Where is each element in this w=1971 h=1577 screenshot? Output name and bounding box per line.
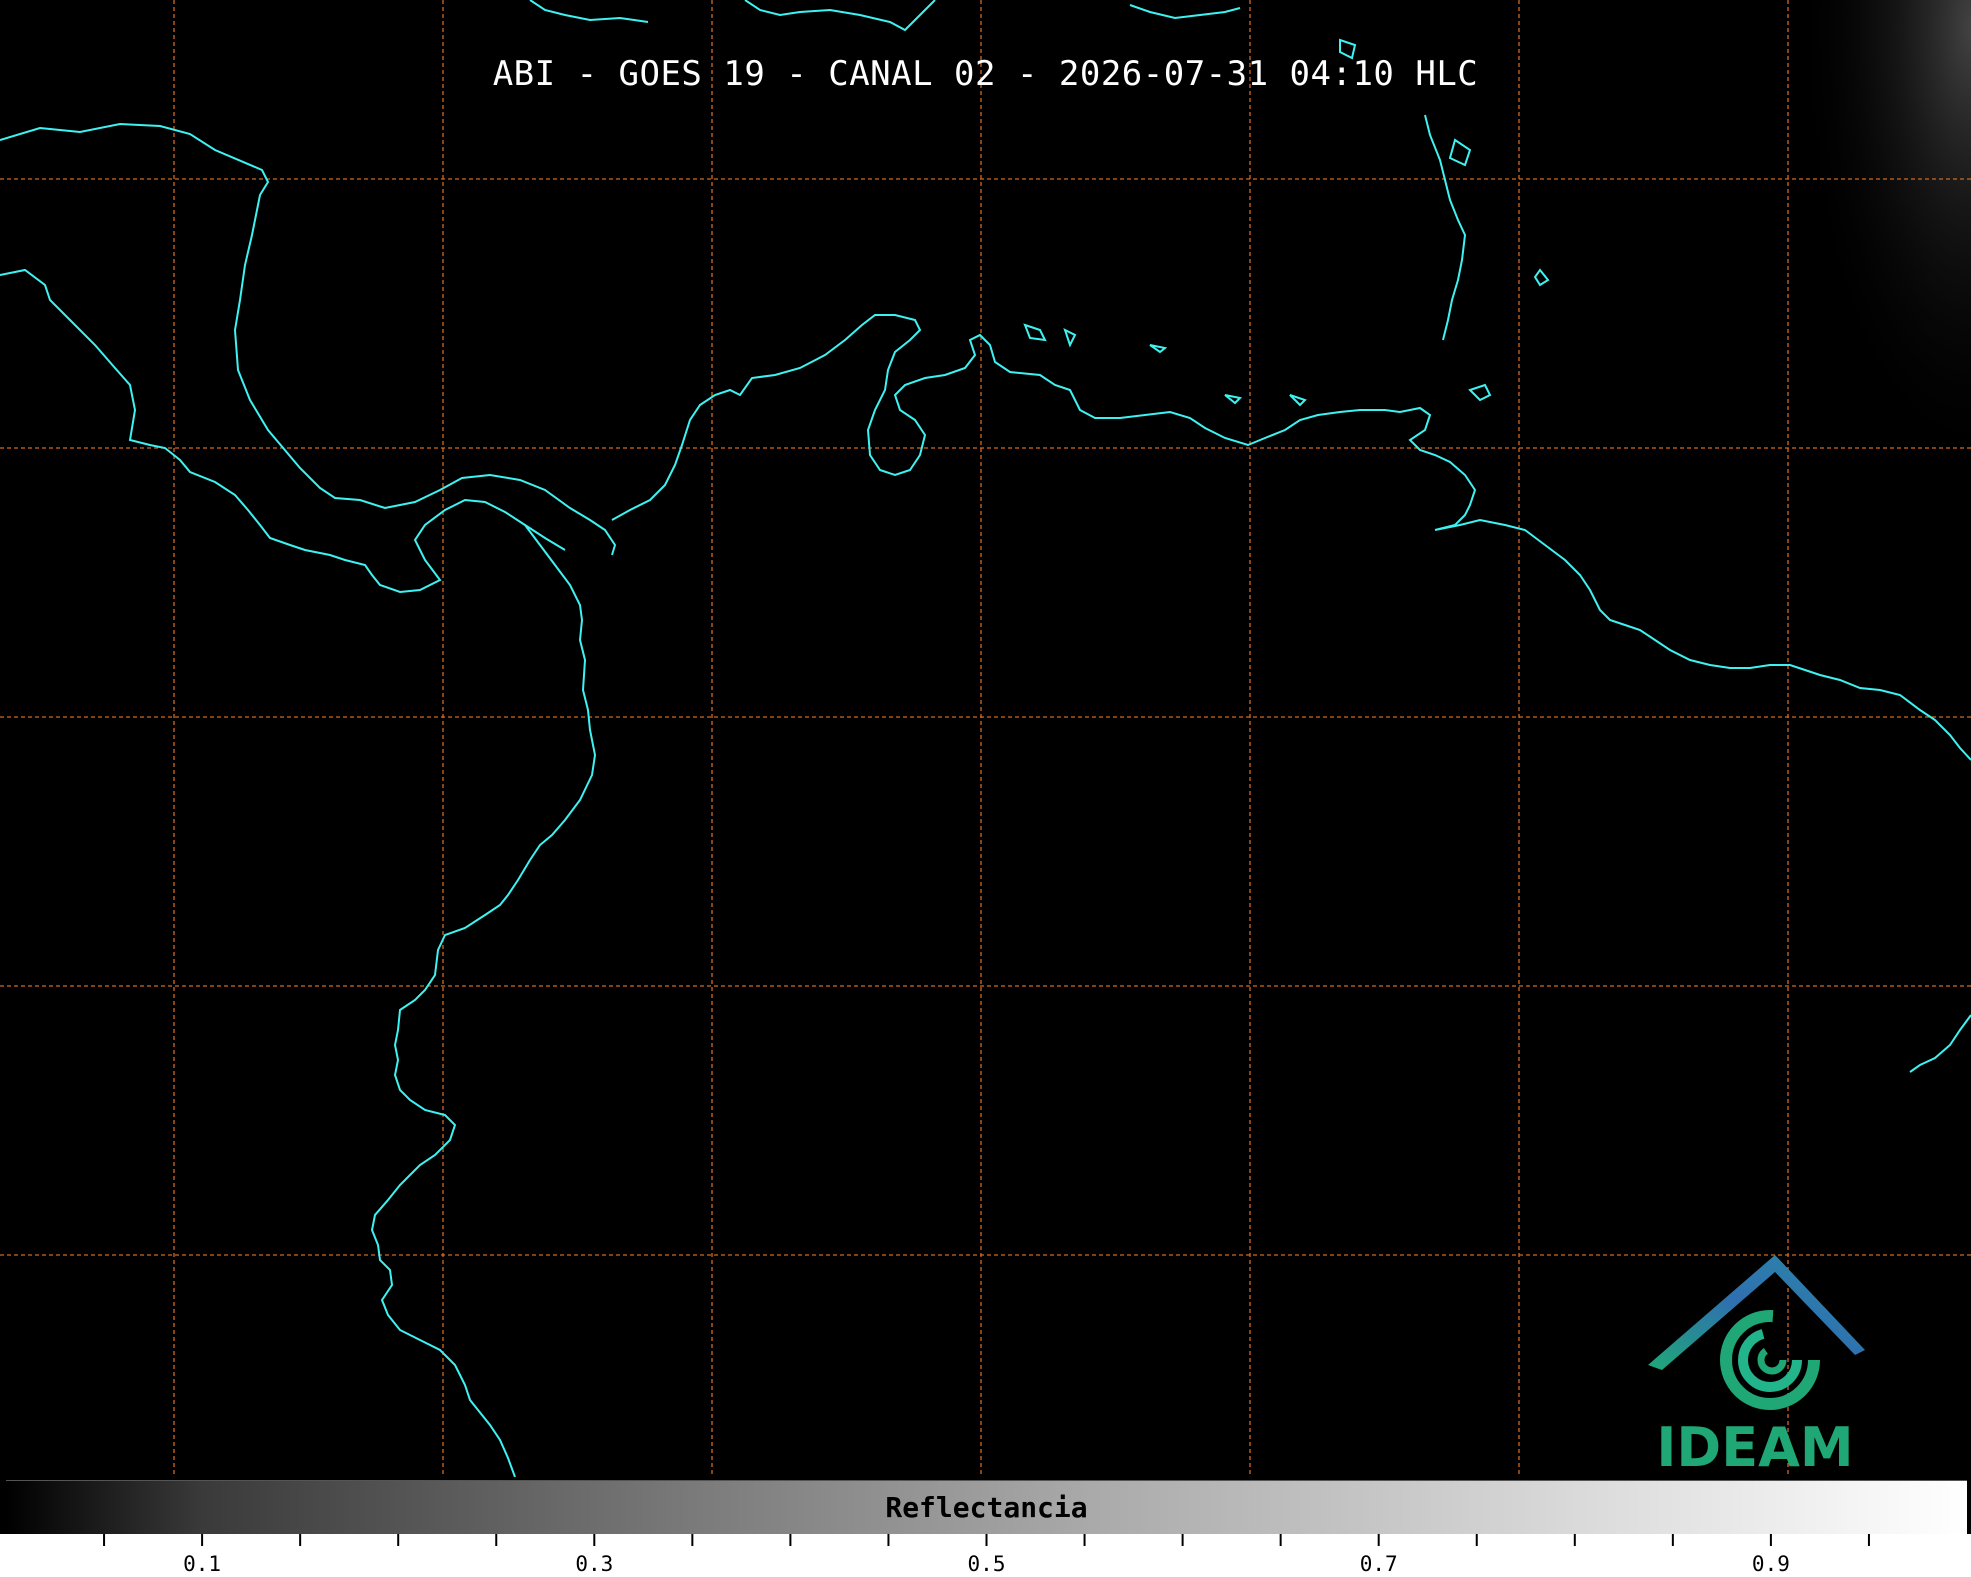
ideam-logo: IDEAM <box>1640 1250 1870 1477</box>
central-america-coast <box>0 122 617 556</box>
small-island-2 <box>1448 138 1472 167</box>
small-island-3 <box>1533 268 1550 287</box>
small-island-7 <box>1224 394 1243 405</box>
colombia-pacific-coast <box>370 524 597 1477</box>
colorbar-label: Reflectancia <box>885 1491 1088 1524</box>
colorbar-tick-label: 0.7 <box>1359 1552 1398 1576</box>
central-america-pacific-coast <box>0 268 566 594</box>
hispaniola-coast <box>1129 4 1241 20</box>
colorbar-tick-marks <box>103 1534 1870 1546</box>
satellite-map: ABI - GOES 19 - CANAL 02 - 2026-07-31 04… <box>0 0 1971 1477</box>
colorbar: Reflectancia <box>6 1480 1967 1535</box>
small-island-6 <box>1149 344 1168 354</box>
brazil-coast-fragment <box>1909 1014 1971 1073</box>
trinidad-coast <box>1468 383 1492 402</box>
logo-text: IDEAM <box>1656 1416 1854 1477</box>
ideam-emblem-icon <box>1648 1255 1865 1410</box>
logo-swirl-inner <box>1757 1345 1787 1375</box>
small-island-8 <box>1289 394 1307 407</box>
colorbar-tick-label: 0.1 <box>183 1552 222 1576</box>
colorbar-tick-label: 0.5 <box>967 1552 1006 1576</box>
lesser-antilles <box>1424 114 1467 341</box>
colorbar-axis: 0.1 0.3 0.5 0.7 0.9 <box>0 1534 1971 1577</box>
map-title: ABI - GOES 19 - CANAL 02 - 2026-07-31 04… <box>492 54 1479 94</box>
colorbar-tick-label: 0.9 <box>1751 1552 1790 1576</box>
small-island-4 <box>1023 323 1047 342</box>
colorbar-tick-label: 0.3 <box>575 1552 614 1576</box>
small-island-5 <box>1063 328 1077 348</box>
cuba-coast <box>529 0 936 32</box>
logo-swirl-mid <box>1738 1328 1802 1392</box>
